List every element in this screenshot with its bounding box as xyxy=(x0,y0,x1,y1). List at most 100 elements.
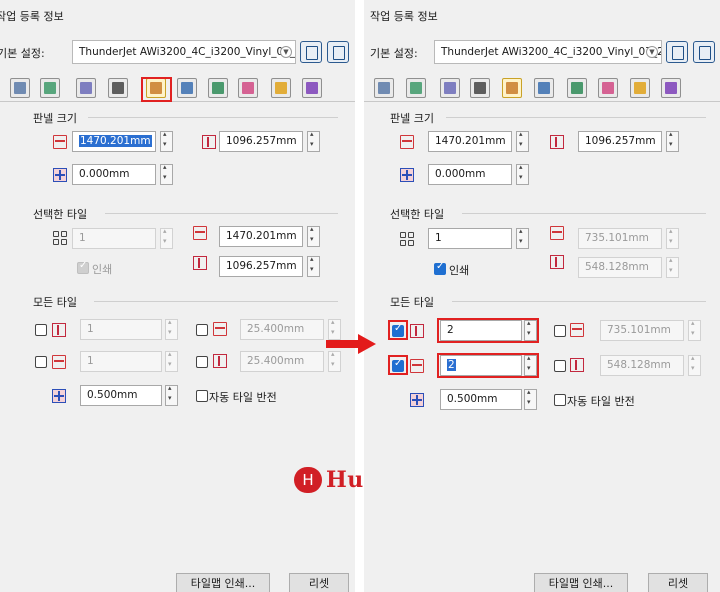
tab-spot-color-icon[interactable] xyxy=(271,78,291,98)
columns-input[interactable]: 1 xyxy=(80,319,162,340)
reset-button[interactable]: 리셋 xyxy=(648,573,708,592)
panel-width-spinner[interactable] xyxy=(516,130,529,152)
tab-color-icon[interactable] xyxy=(177,78,197,98)
panel-height-input[interactable]: 1096.257mm xyxy=(219,131,303,152)
tab-layout-icon[interactable] xyxy=(440,78,460,98)
tile-width-spinner[interactable] xyxy=(307,225,320,247)
arrow-right-icon xyxy=(326,334,378,354)
tile-height-icon xyxy=(550,255,564,269)
tab-edit-icon[interactable] xyxy=(302,78,322,98)
tile-index-input[interactable]: 1 xyxy=(72,228,156,249)
tab-edit-icon[interactable] xyxy=(661,78,681,98)
offset-spinner[interactable] xyxy=(516,163,529,185)
job-properties-panel-before: 작업 등록 정보 기본 설정: ThunderJet AWi3200_4C_i3… xyxy=(0,0,355,592)
tab-tiling-icon[interactable] xyxy=(502,78,522,98)
tile-width-fixed-icon xyxy=(213,322,227,336)
panel-width-input[interactable]: 1470.201mm xyxy=(72,131,156,152)
tile-width-checkbox[interactable] xyxy=(196,324,208,336)
tile-width-input[interactable]: 735.101mm xyxy=(578,228,662,249)
tile-height-fixed-icon xyxy=(213,354,227,368)
save-as-preset-button[interactable] xyxy=(693,41,715,63)
offset-input[interactable]: 0.000mm xyxy=(428,164,512,185)
panel-width-spinner[interactable] xyxy=(160,130,173,152)
print-checkbox[interactable] xyxy=(77,260,89,274)
rows-icon xyxy=(52,355,66,369)
rows-spinner[interactable] xyxy=(165,350,178,372)
columns-spinner[interactable] xyxy=(165,318,178,340)
tile-height-input[interactable]: 548.128mm xyxy=(578,257,662,278)
tab-general-icon[interactable] xyxy=(374,78,394,98)
tile-width-fixed-input[interactable]: 735.101mm xyxy=(600,320,684,341)
divider xyxy=(452,301,706,302)
auto-flip-checkbox[interactable] xyxy=(196,390,208,402)
tab-media-icon[interactable] xyxy=(40,78,60,98)
tab-profile-icon[interactable] xyxy=(208,78,228,98)
tile-height-fixed-input[interactable]: 548.128mm xyxy=(600,355,684,376)
tile-width-fixed-spinner[interactable] xyxy=(688,319,701,341)
overlap-input[interactable]: 0.500mm xyxy=(440,389,522,410)
overlap-input[interactable]: 0.500mm xyxy=(80,385,162,406)
overlap-spinner[interactable] xyxy=(524,388,537,410)
tile-index-spinner[interactable] xyxy=(516,227,529,249)
tab-ink-icon[interactable] xyxy=(238,78,258,98)
reset-button[interactable]: 리셋 xyxy=(289,573,349,592)
save-preset-button[interactable] xyxy=(300,41,322,63)
tile-width-checkbox[interactable] xyxy=(554,325,566,337)
tab-profile-icon[interactable] xyxy=(567,78,587,98)
tile-width-spinner[interactable] xyxy=(666,227,679,249)
offset-input[interactable]: 0.000mm xyxy=(72,164,156,185)
divider xyxy=(446,117,706,118)
rows-checkbox[interactable] xyxy=(35,356,47,368)
rows-input[interactable]: 1 xyxy=(80,351,162,372)
tab-media-icon[interactable] xyxy=(406,78,426,98)
tile-height-icon xyxy=(193,256,207,270)
tile-index-spinner[interactable] xyxy=(160,227,173,249)
tab-color-icon[interactable] xyxy=(534,78,554,98)
tile-width-icon xyxy=(193,226,207,240)
tile-width-fixed-input[interactable]: 25.400mm xyxy=(240,319,324,340)
divider xyxy=(88,117,338,118)
tile-width-input[interactable]: 1470.201mm xyxy=(219,226,303,247)
panel-height-spinner[interactable] xyxy=(666,130,679,152)
preset-label: 기본 설정: xyxy=(0,47,45,60)
tab-printer-icon[interactable] xyxy=(108,78,128,98)
panel-width-value: 1470.201mm xyxy=(79,135,152,147)
tab-general-icon[interactable] xyxy=(10,78,30,98)
tab-bar xyxy=(364,78,720,102)
tile-height-fixed-spinner[interactable] xyxy=(328,350,341,372)
panel-size-title: 판넬 크기 xyxy=(390,112,434,125)
tile-height-spinner[interactable] xyxy=(666,256,679,278)
preset-select[interactable]: ThunderJet AWi3200_4C_i3200_Vinyl_07_2 ▼ xyxy=(434,40,662,64)
tile-height-spinner[interactable] xyxy=(307,255,320,277)
auto-flip-checkbox[interactable] xyxy=(554,394,566,406)
tab-bar xyxy=(0,78,355,102)
tab-printer-icon[interactable] xyxy=(470,78,490,98)
tile-height-checkbox[interactable] xyxy=(554,360,566,372)
tile-width-icon xyxy=(550,226,564,240)
panel-height-input[interactable]: 1096.257mm xyxy=(578,131,662,152)
save-as-preset-button[interactable] xyxy=(327,41,349,63)
tab-spot-color-icon[interactable] xyxy=(630,78,650,98)
tab-layout-icon[interactable] xyxy=(76,78,96,98)
columns-input-highlight xyxy=(437,318,539,343)
tile-height-checkbox[interactable] xyxy=(196,356,208,368)
offset-spinner[interactable] xyxy=(160,163,173,185)
print-tilemap-button[interactable]: 타일맵 인쇄... xyxy=(534,573,628,592)
tile-height-input[interactable]: 1096.257mm xyxy=(219,256,303,277)
columns-checkbox-highlight xyxy=(388,320,408,340)
tile-index-input[interactable]: 1 xyxy=(428,228,512,249)
tab-ink-icon[interactable] xyxy=(598,78,618,98)
print-tilemap-button[interactable]: 타일맵 인쇄... xyxy=(176,573,270,592)
panel-width-icon xyxy=(53,135,67,149)
columns-checkbox[interactable] xyxy=(35,324,47,336)
panel-width-input[interactable]: 1470.201mm xyxy=(428,131,512,152)
panel-height-spinner[interactable] xyxy=(307,130,320,152)
overlap-spinner[interactable] xyxy=(165,384,178,406)
rows-input-highlight xyxy=(437,353,539,378)
tile-height-fixed-input[interactable]: 25.400mm xyxy=(240,351,324,372)
preset-select[interactable]: ThunderJet AWi3200_4C_i3200_Vinyl_07_2 ▼ xyxy=(72,40,296,64)
auto-flip-label: 자동 타일 반전 xyxy=(567,395,635,408)
tile-height-fixed-spinner[interactable] xyxy=(688,354,701,376)
save-preset-button[interactable] xyxy=(666,41,688,63)
print-checkbox[interactable] xyxy=(434,261,446,275)
